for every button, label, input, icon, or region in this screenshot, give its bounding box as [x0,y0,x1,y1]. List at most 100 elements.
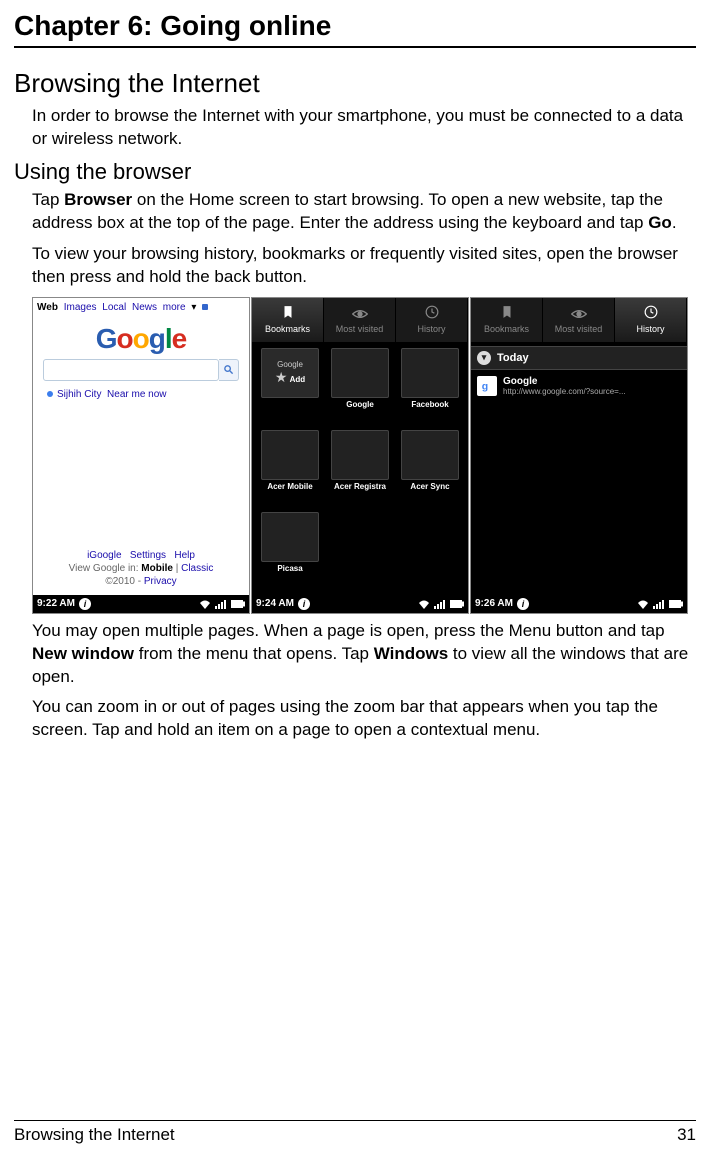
location-row: Sijhih City Near me now [47,389,249,400]
status-bar: 9:22 AM i [33,595,249,613]
bookmark-item[interactable]: Acer Mobile [258,430,322,506]
nav-news[interactable]: News [132,302,157,313]
history-title: Google [503,376,626,387]
wifi-icon [637,599,649,609]
bookmark-item[interactable]: Acer Registra [328,430,392,506]
favicon: g [477,376,497,396]
history-item[interactable]: g Google http://www.google.com/?source=.… [471,370,687,402]
classic-link[interactable]: Classic [181,563,213,574]
page-footer: Browsing the Internet 31 [14,1120,696,1145]
privacy-link[interactable]: Privacy [144,576,177,587]
tab-most-visited[interactable]: Most visited [324,298,396,342]
status-bar: 9:26 AM i [471,595,687,613]
tab-history[interactable]: History [396,298,468,342]
status-time: 9:22 AM [37,598,75,609]
tab-label: Bookmarks [265,324,310,334]
screenshot-row: Web Images Local News more ▾ Google Sijh… [32,297,696,614]
wifi-icon [418,599,430,609]
nav-web[interactable]: Web [37,302,58,313]
battery-icon [669,600,683,608]
apps-icon[interactable] [202,304,208,310]
svg-text:g: g [482,380,488,392]
screenshot-google: Web Images Local News more ▾ Google Sijh… [32,297,250,614]
section-title: Browsing the Internet [14,68,696,99]
search-button[interactable] [219,359,239,381]
bookmark-label: Facebook [411,400,448,409]
location-city[interactable]: Sijhih City [57,389,101,400]
google-topnav: Web Images Local News more ▾ [33,298,249,317]
bookmark-label: Acer Mobile [267,482,312,491]
bookmark-grid: Google★ Add Google Facebook Acer Mobile … [252,342,468,595]
chapter-title: Chapter 6: Going online [14,10,696,48]
tab-history[interactable]: History [615,298,687,342]
bookmark-item[interactable]: Google [328,348,392,424]
signal-icon [434,599,446,609]
info-icon: i [298,598,310,610]
wifi-icon [199,599,211,609]
google-logo: Google [33,323,249,355]
bold-browser: Browser [64,190,132,209]
bookmark-icon [281,305,295,322]
subsection-title: Using the browser [14,159,696,185]
para-zoom: You can zoom in or out of pages using th… [32,696,696,742]
tab-bookmarks[interactable]: Bookmarks [252,298,324,342]
chevron-down-icon: ▾ [477,351,491,365]
battery-icon [450,600,464,608]
eye-icon [352,306,368,322]
eye-icon [571,306,587,322]
nav-images[interactable]: Images [64,302,97,313]
signal-icon [653,599,665,609]
battery-icon [231,600,245,608]
google-footer: iGoogle Settings Help View Google in: Mo… [33,548,249,595]
clock-icon [644,305,658,322]
copyright: ©2010 - [105,576,144,587]
screenshot-history: Bookmarks Most visited History ▾ Today [470,297,688,614]
igoogle-link[interactable]: iGoogle [87,550,121,561]
tab-bar: Bookmarks Most visited History [471,298,687,342]
signal-icon [215,599,227,609]
intro-paragraph: In order to browse the Internet with you… [32,105,696,151]
bookmark-item[interactable]: Acer Sync [398,430,462,506]
bookmark-label: Google [346,400,374,409]
para-history: To view your browsing history, bookmarks… [32,243,696,289]
search-input[interactable] [43,359,219,381]
bookmark-icon [500,305,514,322]
info-icon: i [79,598,91,610]
tab-most-visited[interactable]: Most visited [543,298,615,342]
page-number: 31 [677,1125,696,1145]
tab-label: Most visited [555,324,603,334]
search-bar [43,359,239,381]
nav-more[interactable]: more [163,302,186,313]
tab-label: History [636,324,664,334]
text: You may open multiple pages. When a page… [32,621,665,640]
text: . [672,213,677,232]
bookmark-label: Picasa [277,564,302,573]
history-body: ▾ Today g Google http://www.google.com/?… [471,342,687,595]
status-bar: 9:24 AM i [252,595,468,613]
tab-label: Most visited [336,324,384,334]
mobile-link[interactable]: Mobile [141,563,173,574]
bookmark-item[interactable]: Facebook [398,348,462,424]
tab-label: Bookmarks [484,324,529,334]
tab-bar: Bookmarks Most visited History [252,298,468,342]
settings-link[interactable]: Settings [130,550,166,561]
near-me-link[interactable]: Near me now [107,389,166,400]
location-dot-icon [47,391,53,397]
clock-icon [425,305,439,322]
today-label: Today [497,352,529,364]
tab-bookmarks[interactable]: Bookmarks [471,298,543,342]
screenshot-bookmarks: Bookmarks Most visited History Google★ A… [251,297,469,614]
nav-local[interactable]: Local [102,302,126,313]
bookmark-label: Acer Sync [410,482,449,491]
history-section-today[interactable]: ▾ Today [471,346,687,370]
text: from the menu that opens. Tap [134,644,374,663]
tab-label: History [417,324,445,334]
para-browser: Tap Browser on the Home screen to start … [32,189,696,235]
view-in-label: View Google in: [69,563,142,574]
help-link[interactable]: Help [174,550,195,561]
status-time: 9:24 AM [256,598,294,609]
bold-new-window: New window [32,644,134,663]
bookmark-item[interactable]: Picasa [258,512,322,588]
bold-go: Go [648,213,672,232]
bookmark-add[interactable]: Google★ Add [258,348,322,424]
